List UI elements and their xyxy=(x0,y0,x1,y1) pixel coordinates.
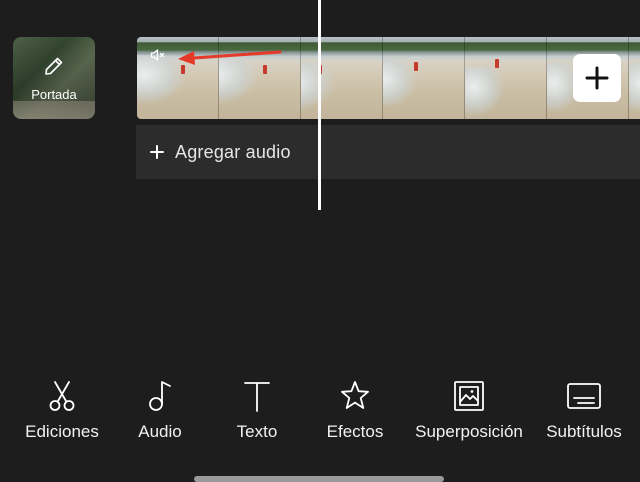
toolbar-item-subtitulos[interactable]: Subtítulos xyxy=(538,378,630,448)
speaker-muted-icon[interactable] xyxy=(150,47,166,63)
text-icon xyxy=(244,382,270,412)
plus-icon xyxy=(585,66,609,90)
add-audio-button[interactable]: Agregar audio xyxy=(136,125,640,179)
add-clip-button[interactable] xyxy=(573,54,621,102)
overlay-icon xyxy=(454,381,484,411)
toolbar-label: Subtítulos xyxy=(546,422,622,441)
toolbar-label: Audio xyxy=(138,422,182,441)
home-indicator xyxy=(194,476,444,482)
plus-icon xyxy=(150,145,164,159)
scissors-icon xyxy=(49,381,75,411)
video-frame xyxy=(301,37,383,119)
toolbar-label: Ediciones xyxy=(25,422,99,441)
cover-image-beach xyxy=(13,101,95,119)
playhead[interactable] xyxy=(318,0,321,210)
toolbar-item-texto[interactable]: Texto xyxy=(222,378,292,448)
cover-label: Portada xyxy=(31,87,77,102)
video-frame xyxy=(383,37,465,119)
toolbar-item-superposicion[interactable]: Superposición xyxy=(408,378,530,448)
add-audio-label: Agregar audio xyxy=(175,141,291,162)
cover-thumbnail[interactable]: Portada xyxy=(13,37,95,119)
toolbar-label: Texto xyxy=(236,422,278,441)
pencil-icon xyxy=(45,57,63,75)
music-note-icon xyxy=(149,381,171,411)
toolbar-item-efectos[interactable]: Efectos xyxy=(318,378,392,448)
annotation-arrow xyxy=(178,50,282,65)
video-frame xyxy=(629,37,640,119)
toolbar-item-audio[interactable]: Audio xyxy=(125,378,195,448)
toolbar-label: Superposición xyxy=(415,422,523,441)
toolbar-item-ediciones[interactable]: Ediciones xyxy=(18,378,106,448)
video-frame xyxy=(465,37,547,119)
subtitles-icon xyxy=(567,383,601,409)
toolbar-label: Efectos xyxy=(326,422,384,441)
star-icon xyxy=(341,381,369,409)
